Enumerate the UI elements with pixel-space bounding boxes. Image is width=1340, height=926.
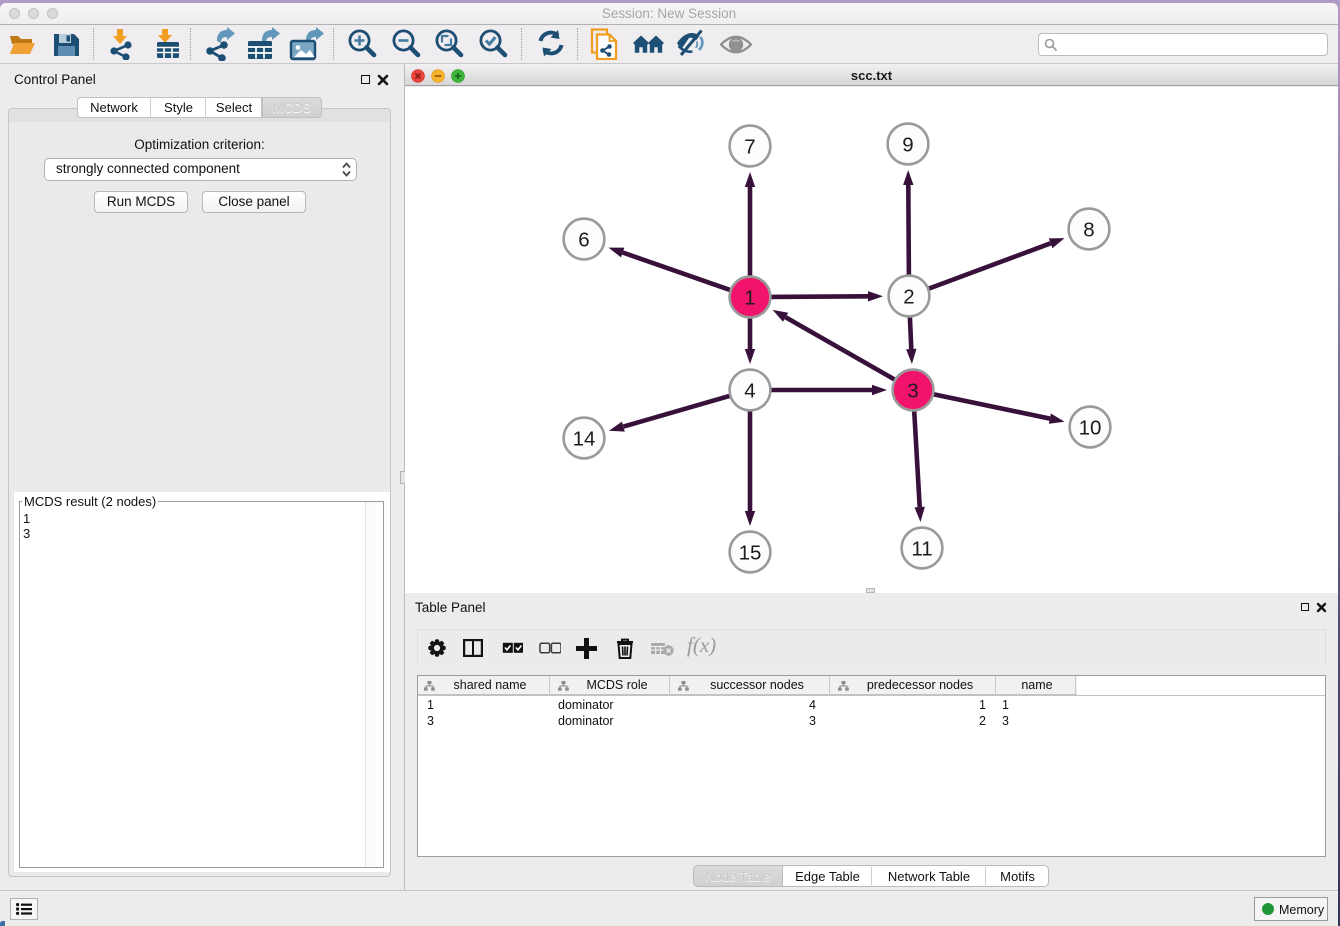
svg-text:4: 4: [744, 379, 755, 402]
svg-text:14: 14: [573, 427, 596, 450]
svg-text:2: 2: [903, 285, 914, 308]
svg-text:6: 6: [578, 228, 589, 251]
svg-text:1: 1: [744, 286, 755, 309]
svg-text:15: 15: [739, 541, 762, 564]
svg-text:10: 10: [1079, 416, 1102, 439]
svg-text:3: 3: [907, 379, 918, 402]
svg-text:8: 8: [1083, 218, 1094, 241]
svg-text:7: 7: [744, 135, 755, 158]
svg-text:11: 11: [911, 537, 932, 560]
svg-text:9: 9: [902, 133, 913, 156]
